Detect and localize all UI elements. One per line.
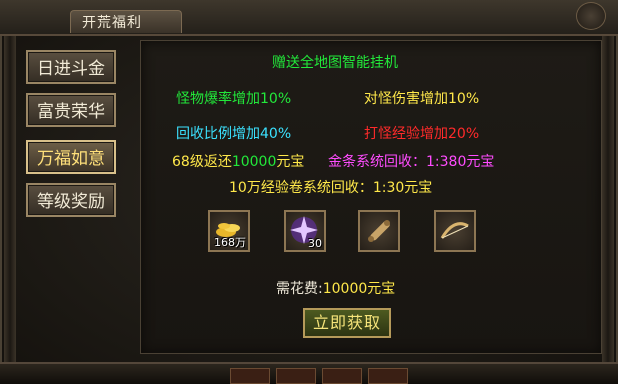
gold-recycle-rate: 金条系统回收：1:380元宝 bbox=[328, 154, 495, 170]
rebate-amount: 10000 bbox=[231, 154, 277, 170]
reward-count: 168万 bbox=[214, 236, 246, 249]
perk-exp: 打怪经验增加20% bbox=[364, 126, 480, 142]
scroll-icon bbox=[368, 220, 390, 242]
rebate-prefix: 68级返还 bbox=[172, 154, 232, 170]
sidebar-item-fortune[interactable]: 万福如意 bbox=[26, 140, 116, 174]
reward-count: 30 bbox=[308, 237, 322, 250]
cost-line: 需花费:10000元宝 bbox=[276, 278, 395, 298]
headline: 赠送全地图智能挂机 bbox=[272, 55, 398, 71]
sidebar-item-wealth[interactable]: 富贵荣华 bbox=[26, 93, 116, 127]
reward-slot-scroll[interactable] bbox=[358, 210, 400, 252]
rebate-line: 68级返还10000元宝 bbox=[172, 151, 304, 171]
sidebar-item-level-reward[interactable]: 等级奖励 bbox=[26, 183, 116, 217]
left-border-ornament bbox=[4, 36, 16, 366]
exp-scroll-recycle-rate: 10万经验卷系统回收：1:30元宝 bbox=[229, 180, 433, 196]
perk-drop-rate: 怪物爆率增加10% bbox=[176, 91, 292, 107]
cost-label: 需花费: bbox=[276, 281, 323, 297]
reward-slot-gold[interactable]: 168万 bbox=[208, 210, 250, 252]
reward-slot-crystal[interactable]: 30 bbox=[284, 210, 326, 252]
bow-icon bbox=[440, 222, 469, 239]
cost-value: 10000元宝 bbox=[322, 281, 396, 297]
reward-slot-bow[interactable] bbox=[434, 210, 476, 252]
claim-button[interactable]: 立即获取 bbox=[303, 308, 391, 338]
right-border-ornament bbox=[602, 36, 614, 366]
window-title: 开荒福利 bbox=[82, 15, 142, 31]
sidebar-item-daily-gold[interactable]: 日进斗金 bbox=[26, 50, 116, 84]
perk-recycle: 回收比例增加40% bbox=[176, 126, 292, 142]
perk-damage: 对怪伤害增加10% bbox=[364, 91, 480, 107]
close-button[interactable] bbox=[576, 2, 606, 30]
rebate-suffix: 元宝 bbox=[276, 154, 305, 170]
